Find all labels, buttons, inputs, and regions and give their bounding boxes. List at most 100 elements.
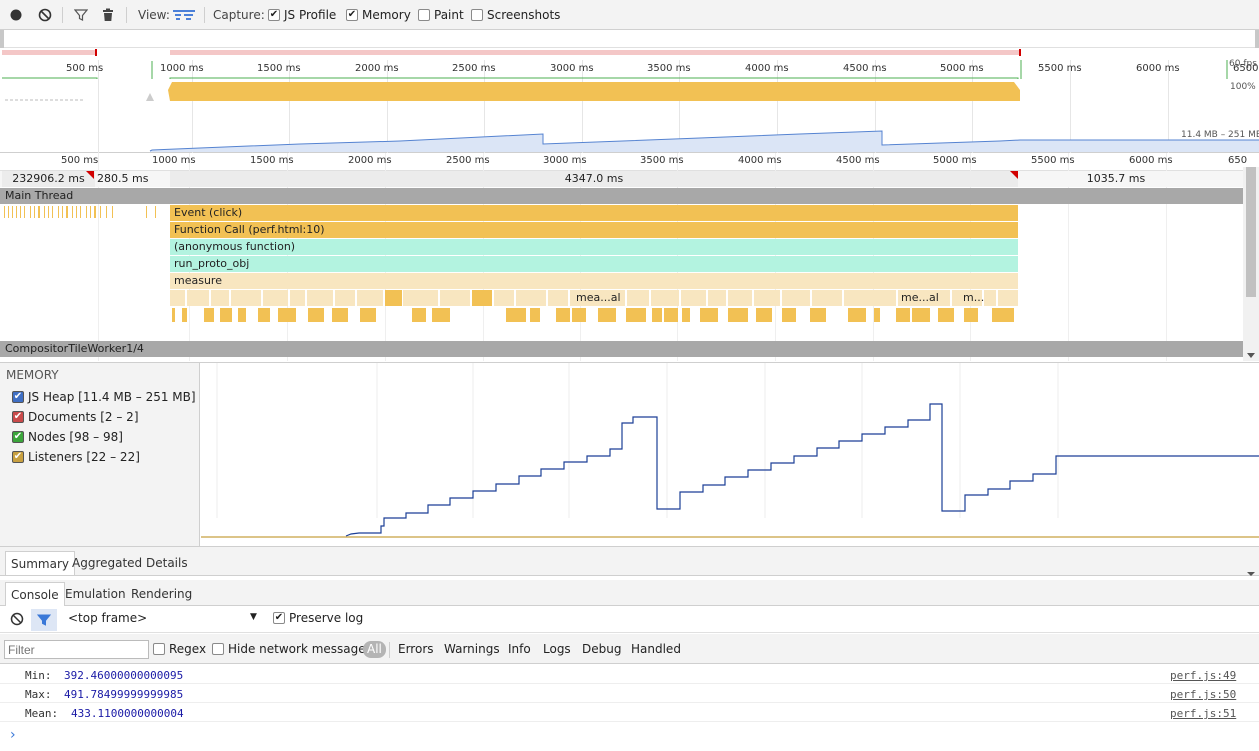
fps-graph xyxy=(2,60,1228,79)
memory-checkbox[interactable]: ✔ Memory xyxy=(346,0,411,30)
cpu-graph xyxy=(5,82,1020,101)
timeline-tick-label: 4000 ms xyxy=(738,155,782,166)
filter-button[interactable] xyxy=(74,0,88,30)
js-profile-check[interactable]: ✔ xyxy=(268,9,280,21)
dropdown-arrow-icon: ▼ xyxy=(250,612,257,622)
function-call-bar[interactable]: Function Call (perf.html:10) xyxy=(170,222,1018,238)
measure-bar[interactable]: measure xyxy=(170,273,1018,289)
tab-console[interactable]: Console xyxy=(5,582,65,606)
memory-counter-0[interactable]: ✔ JS Heap [11.4 MB – 251 MB] xyxy=(12,390,196,404)
level-debug[interactable]: Debug xyxy=(582,642,621,656)
js-profile-checkbox[interactable]: ✔ JS Profile xyxy=(268,0,336,30)
screenshots-checkbox[interactable]: Screenshots xyxy=(471,0,560,30)
regex-checkbox[interactable]: Regex xyxy=(153,642,206,656)
scroll-thumb[interactable] xyxy=(1246,167,1256,297)
timeline-tick-label: 3000 ms xyxy=(543,155,587,166)
tab-aggregated-details[interactable]: Aggregated Details xyxy=(67,551,193,575)
timeline-tick-label: 3500 ms xyxy=(640,155,684,166)
details-scroll-arrow[interactable] xyxy=(1247,572,1255,576)
console-source-link[interactable]: perf.js:49 xyxy=(1170,669,1236,682)
console-filter-input[interactable] xyxy=(4,640,149,659)
console-message: Min: 392.46000000000095 perf.js:49 xyxy=(0,665,1259,684)
overview-right-handle[interactable] xyxy=(1255,30,1259,48)
console-source-link[interactable]: perf.js:50 xyxy=(1170,688,1236,701)
scroll-down-arrow[interactable] xyxy=(1247,353,1255,358)
console-filter-toggle[interactable] xyxy=(31,609,57,631)
trash-icon xyxy=(103,8,113,21)
event-click-bar[interactable]: Event (click) xyxy=(170,205,1018,221)
main-thread-header[interactable]: Main Thread xyxy=(0,188,1243,204)
frame-1[interactable]: 232906.2 ms xyxy=(2,171,95,187)
memory-title: MEMORY xyxy=(6,368,59,382)
preserve-log-label: Preserve log xyxy=(289,611,364,625)
level-warnings[interactable]: Warnings xyxy=(444,642,500,656)
console-message: Max: 491.78499999999985 perf.js:50 xyxy=(0,684,1259,703)
frame-3[interactable]: 4347.0 ms xyxy=(170,171,1018,187)
console-filter-bar: Regex Hide network messages All Errors W… xyxy=(0,634,1259,664)
preserve-log-check[interactable]: ✔ xyxy=(273,612,285,624)
memory-counter-checkbox[interactable]: ✔ xyxy=(12,411,24,423)
console-message-key: Min: xyxy=(25,669,52,682)
memory-counter-checkbox[interactable]: ✔ xyxy=(12,431,24,443)
frame-4[interactable]: 1035.7 ms xyxy=(1021,171,1211,187)
hide-network-check[interactable] xyxy=(212,643,224,655)
memory-graph[interactable] xyxy=(201,363,1259,546)
view-label: View: xyxy=(138,8,170,22)
timeline-tick-label: 1500 ms xyxy=(250,155,294,166)
overview-left-handle[interactable] xyxy=(0,30,4,48)
regex-check[interactable] xyxy=(153,643,165,655)
console-message: Mean: 433.1100000000004 perf.js:51 xyxy=(0,703,1259,722)
overview-ruler xyxy=(0,30,1259,48)
memory-counter-3[interactable]: ✔ Listeners [22 – 22] xyxy=(12,450,140,464)
screenshots-check[interactable] xyxy=(471,9,483,21)
garbage-collect-button[interactable] xyxy=(102,0,114,30)
screenshots-label: Screenshots xyxy=(487,8,561,22)
measure-child-label-3[interactable]: m... xyxy=(959,290,989,306)
level-logs[interactable]: Logs xyxy=(543,642,571,656)
preserve-log-checkbox[interactable]: ✔ Preserve log xyxy=(273,611,363,625)
drawer-tabbar: Console Emulation Rendering xyxy=(0,580,1259,606)
memory-counter-2[interactable]: ✔ Nodes [98 – 98] xyxy=(12,430,123,444)
console-clear-button[interactable] xyxy=(10,612,24,629)
filter-icon xyxy=(74,9,88,21)
frame-select[interactable]: <top frame> ▼ xyxy=(68,611,262,629)
tab-summary[interactable]: Summary xyxy=(5,551,75,575)
flamechart-scrollbar[interactable] xyxy=(1243,167,1259,361)
memory-counter-1[interactable]: ✔ Documents [2 – 2] xyxy=(12,410,139,424)
clear-icon xyxy=(38,8,52,22)
timeline-tick-label: 4500 ms xyxy=(836,155,880,166)
console-source-link[interactable]: perf.js:51 xyxy=(1170,707,1236,720)
level-errors[interactable]: Errors xyxy=(398,642,434,656)
overview-frames-bar xyxy=(2,50,97,55)
run-proto-obj-bar[interactable]: run_proto_obj xyxy=(170,256,1018,272)
hide-network-checkbox[interactable]: Hide network messages xyxy=(212,642,372,656)
memory-counter-checkbox[interactable]: ✔ xyxy=(12,451,24,463)
timeline-tick-label: 650 xyxy=(1228,155,1248,166)
timeline-overview[interactable]: 500 ms 1000 ms 1500 ms 2000 ms 2500 ms 3000 m… xyxy=(0,30,1259,182)
measure-child-label-2[interactable]: me...al xyxy=(897,290,949,306)
anonymous-function-bar[interactable]: (anonymous function) xyxy=(170,239,1018,255)
memory-check[interactable]: ✔ xyxy=(346,9,358,21)
frame-select-value: <top frame> xyxy=(68,611,148,625)
tab-emulation[interactable]: Emulation xyxy=(60,582,131,606)
flamechart-view-button[interactable] xyxy=(173,0,195,30)
level-handled[interactable]: Handled xyxy=(631,642,681,656)
cpu-label: 100% xyxy=(1230,82,1256,92)
frame-warning-1 xyxy=(86,171,94,179)
level-info[interactable]: Info xyxy=(508,642,531,656)
paint-check[interactable] xyxy=(418,9,430,21)
memory-counter-label: JS Heap [11.4 MB – 251 MB] xyxy=(28,390,196,404)
memory-counter-checkbox[interactable]: ✔ xyxy=(12,391,24,403)
console-prompt[interactable]: › xyxy=(10,727,16,743)
details-tabbar: Summary Aggregated Details xyxy=(0,546,1259,576)
overview-frames-bar-2 xyxy=(170,50,1020,55)
frame-2[interactable]: 280.5 ms xyxy=(97,171,150,187)
clear-button[interactable] xyxy=(38,0,52,30)
measure-child-label-1[interactable]: mea...al xyxy=(572,290,632,306)
timeline-tick-label: 2000 ms xyxy=(348,155,392,166)
compositor-thread-header[interactable]: CompositorTileWorker1/4 xyxy=(0,341,1243,357)
tab-rendering[interactable]: Rendering xyxy=(126,582,197,606)
level-all[interactable]: All xyxy=(363,641,386,658)
record-button[interactable] xyxy=(10,0,22,30)
paint-checkbox[interactable]: Paint xyxy=(418,0,464,30)
